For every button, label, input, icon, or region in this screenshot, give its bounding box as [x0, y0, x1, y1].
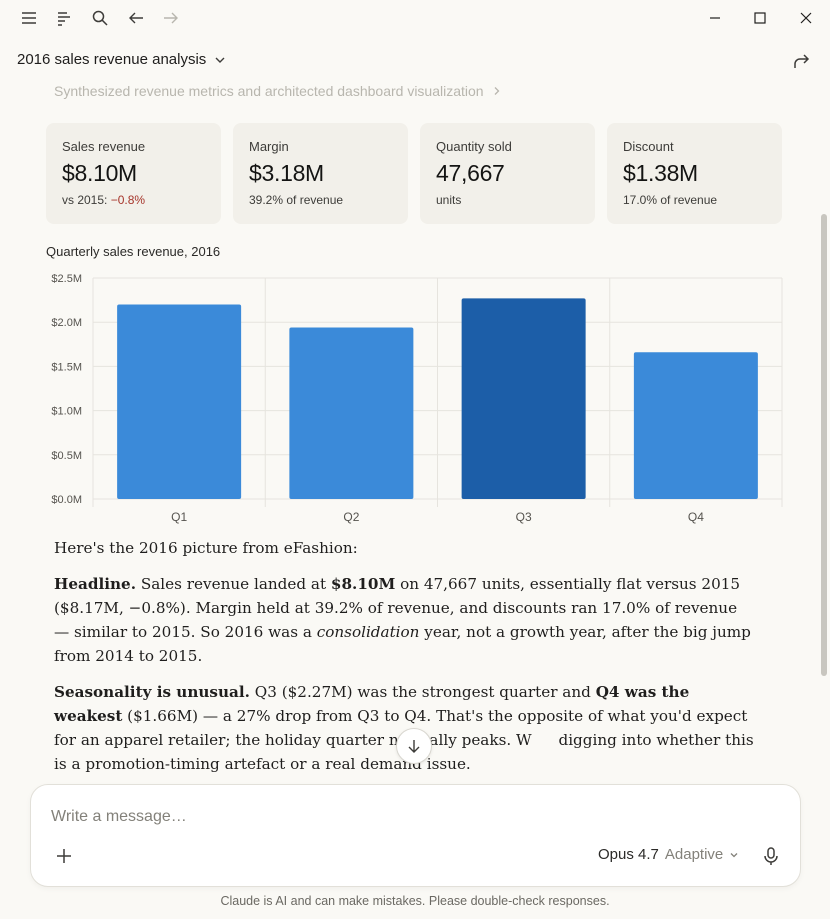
bar — [289, 327, 414, 499]
title-bar — [0, 0, 830, 36]
y-tick-label: $1.5M — [51, 361, 82, 373]
card-label: Quantity sold — [436, 139, 512, 154]
metric-card-quantity: Quantity sold 47,667 units — [420, 123, 595, 224]
bar — [633, 352, 758, 499]
message-paragraph-headline: Headline. Sales revenue landed at $8.10M… — [54, 572, 754, 668]
quarterly-revenue-chart: $0.0M $0.5M $1.0M $1.5M $2.0M $2.5M Q1 Q2 Q3 Q4 — [51, 273, 783, 524]
card-value: $1.38M — [623, 160, 698, 186]
forward-arrow-icon[interactable] — [161, 8, 181, 28]
model-mode: Adaptive — [664, 846, 724, 863]
text-run: Q3 ($2.27M) was the strongest quarter an… — [249, 683, 596, 701]
y-tick-label: $2.5M — [51, 273, 82, 285]
share-icon[interactable] — [790, 50, 812, 72]
scrollbar-thumb[interactable] — [821, 214, 827, 676]
change-value: −0.8% — [110, 193, 146, 207]
x-tick-label: Q4 — [688, 510, 704, 524]
model-selector[interactable]: Opus 4.7 Adaptive — [598, 846, 739, 863]
bar — [461, 298, 586, 499]
card-subtext: 39.2% of revenue — [249, 193, 344, 207]
card-subtext: 17.0% of revenue — [623, 193, 718, 207]
scroll-to-bottom-button[interactable] — [396, 728, 432, 764]
maximize-icon[interactable] — [750, 8, 770, 28]
bold-run: $8.10M — [330, 575, 396, 593]
chart-title: Quarterly sales revenue, 2016 — [46, 244, 221, 259]
close-icon[interactable] — [796, 8, 816, 28]
x-tick-label: Q2 — [343, 510, 359, 524]
sidebar-list-icon[interactable] — [54, 8, 74, 28]
metric-card-margin: Margin $3.18M 39.2% of revenue — [233, 123, 408, 224]
message-intro: Here's the 2016 picture from eFashion: — [54, 539, 358, 557]
y-tick-label: $0.0M — [51, 494, 82, 506]
text-run: Sales revenue landed at — [136, 575, 331, 593]
y-tick-label: $2.0M — [51, 317, 82, 329]
card-subtext: vs 2015: −0.8% — [62, 193, 205, 207]
italic-run: consolidation — [316, 623, 420, 641]
microphone-button[interactable] — [760, 845, 782, 867]
metric-card-sales-revenue: Sales revenue $8.10M vs 2015: −0.8% — [46, 123, 221, 224]
metric-cards: Sales revenue $8.10M vs 2015: −0.8% Marg… — [46, 123, 782, 224]
metric-card-discount: Discount $1.38M 17.0% of revenue — [607, 123, 782, 224]
model-name: Opus 4.7 — [598, 846, 659, 863]
x-tick-label: Q3 — [516, 510, 532, 524]
chevron-down-icon — [215, 57, 225, 63]
menu-icon[interactable] — [19, 8, 39, 28]
search-icon[interactable] — [90, 8, 110, 28]
paragraph-lead: Seasonality is unusual. — [54, 683, 250, 701]
x-tick-label: Q1 — [171, 510, 187, 524]
conversation-header: 2016 sales revenue analysis — [0, 44, 830, 76]
message-paragraph-seasonality: Seasonality is unusual. Q3 ($2.27M) was … — [54, 680, 754, 776]
message-composer: Opus 4.7 Adaptive — [30, 784, 801, 887]
y-tick-label: $1.0M — [51, 406, 82, 418]
card-label: Discount — [623, 139, 674, 154]
plus-icon — [57, 849, 71, 863]
conversation-title-dropdown[interactable]: 2016 sales revenue analysis — [17, 51, 226, 68]
thinking-summary[interactable]: Synthesized revenue metrics and architec… — [54, 83, 502, 99]
arrow-down-icon — [408, 740, 420, 753]
chevron-right-icon — [494, 87, 499, 95]
back-arrow-icon[interactable] — [126, 8, 146, 28]
card-value: 47,667 — [436, 160, 505, 186]
card-value: $3.18M — [249, 160, 324, 186]
message-input[interactable] — [51, 805, 751, 829]
thinking-label: Synthesized revenue metrics and architec… — [54, 83, 484, 99]
card-label: Sales revenue — [62, 139, 146, 154]
card-label: Margin — [249, 139, 289, 154]
bar — [117, 304, 242, 499]
chevron-down-icon — [730, 852, 738, 857]
message-area: Synthesized revenue metrics and architec… — [0, 78, 830, 778]
minimize-icon[interactable] — [705, 8, 725, 28]
add-attachment-button[interactable] — [53, 845, 75, 867]
conversation-title: 2016 sales revenue analysis — [17, 51, 207, 68]
card-value: $8.10M — [62, 160, 137, 186]
disclaimer: Claude is AI and can make mistakes. Plea… — [220, 894, 610, 908]
card-subtext: units — [436, 193, 462, 207]
paragraph-lead: Headline. — [54, 575, 137, 593]
microphone-icon — [764, 847, 778, 865]
y-tick-label: $0.5M — [51, 450, 82, 462]
card-subtext-prefix: vs 2015: — [62, 193, 111, 207]
